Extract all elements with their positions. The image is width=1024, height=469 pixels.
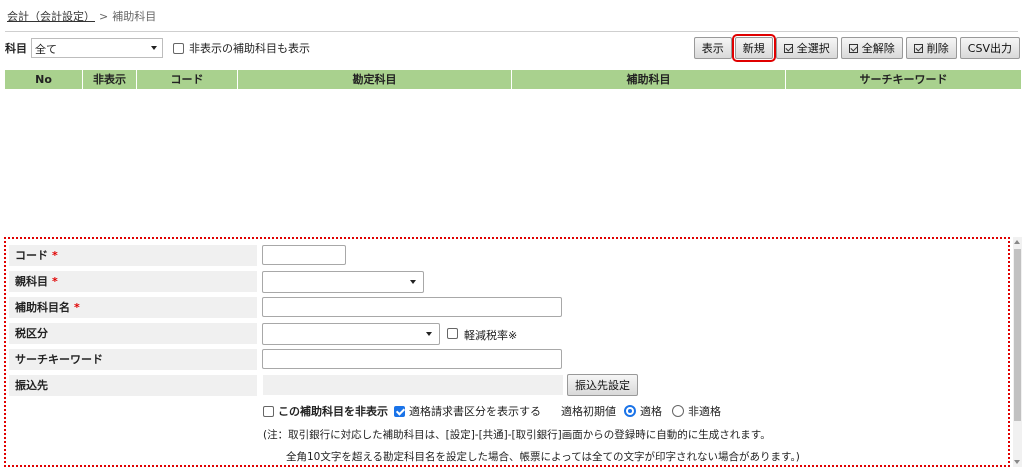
options-row: この補助科目を非表示 適格請求書区分を表示する 適格初期値 適格 非適格 xyxy=(263,403,727,419)
edit-form: コード * 親科目 * 補助科目名 * 税区分 軽減税率※ サーチキーワード 振込先 … xyxy=(4,237,1010,467)
form-row-search: サーチキーワード xyxy=(9,349,1005,372)
sub-account-name-input[interactable] xyxy=(262,297,562,317)
tax-category-select[interactable] xyxy=(262,323,440,345)
qualified-radio[interactable] xyxy=(624,405,636,417)
chevron-down-icon xyxy=(410,280,416,284)
form-row-tax: 税区分 軽減税率※ xyxy=(9,323,1005,346)
account-filter-value: 全て xyxy=(35,43,57,56)
non-qualified-label: 非適格 xyxy=(688,405,721,418)
display-button-label: 表示 xyxy=(701,42,724,55)
column-header-code[interactable]: コード xyxy=(137,70,238,89)
note-line-2: 全角10文字を超える勘定科目名を設定した場合、帳票によっては全ての文字が印字され… xyxy=(286,451,800,463)
column-header-no[interactable]: No xyxy=(5,70,83,89)
filter-bar: 科目 全て 非表示の補助科目も表示 xyxy=(5,38,310,58)
toolbar: 表示 新規 全選択 全解除 削除 CSV出力 xyxy=(693,34,1020,62)
show-hidden-checkbox[interactable] xyxy=(173,42,184,54)
new-button-label: 新規 xyxy=(742,42,765,55)
non-qualified-radio[interactable] xyxy=(672,405,684,417)
breadcrumb-parent-link[interactable]: 会計（会計設定） xyxy=(7,10,95,23)
column-header-hidden[interactable]: 非表示 xyxy=(83,70,137,89)
divider xyxy=(5,31,1018,32)
select-all-label: 全選択 xyxy=(796,42,830,55)
code-label-text: コード xyxy=(15,249,48,262)
invoice-display-label: 適格請求書区分を表示する xyxy=(409,405,541,418)
parent-account-label: 親科目 * xyxy=(9,271,257,292)
parent-account-label-text: 親科目 xyxy=(15,275,48,288)
code-label: コード * xyxy=(9,245,257,266)
code-input[interactable] xyxy=(262,245,346,265)
csv-export-button[interactable]: CSV出力 xyxy=(959,37,1020,59)
reduced-tax-checkbox[interactable] xyxy=(447,328,458,339)
transfer-settings-button[interactable]: 振込先設定 xyxy=(567,374,638,396)
checkbox-icon xyxy=(783,43,793,53)
grid-header: No 非表示 コード 勘定科目 補助科目 サーチキーワード xyxy=(5,70,1021,89)
qualified-label: 適格 xyxy=(640,405,662,418)
scroll-up-icon[interactable] xyxy=(1014,240,1020,244)
breadcrumb: 会計（会計設定） > 補助科目 xyxy=(7,8,156,24)
sub-account-name-label: 補助科目名 * xyxy=(9,297,257,318)
account-filter-select[interactable]: 全て xyxy=(31,38,163,58)
checkbox-icon xyxy=(913,43,923,53)
hide-sub-account-option: この補助科目を非表示 xyxy=(263,403,388,419)
breadcrumb-current: 補助科目 xyxy=(112,10,157,23)
transfer-destination-label: 振込先 xyxy=(9,375,257,396)
account-filter-label: 科目 xyxy=(5,42,27,55)
chevron-down-icon xyxy=(426,332,432,336)
transfer-settings-label: 振込先設定 xyxy=(575,379,630,392)
delete-label: 削除 xyxy=(926,42,949,55)
parent-account-select[interactable] xyxy=(262,271,424,293)
select-all-button[interactable]: 全選択 xyxy=(775,37,838,59)
required-mark: * xyxy=(52,249,58,262)
search-keyword-input[interactable] xyxy=(262,349,562,369)
invoice-display-option: 適格請求書区分を表示する xyxy=(394,403,541,419)
chevron-down-icon xyxy=(151,46,157,50)
scroll-down-icon[interactable] xyxy=(1014,460,1020,464)
required-mark: * xyxy=(52,275,58,288)
invoice-display-checkbox[interactable] xyxy=(394,405,405,417)
hide-sub-account-label: この補助科目を非表示 xyxy=(278,405,388,418)
invoice-default-label: 適格初期値 xyxy=(561,405,616,418)
show-hidden-label: 非表示の補助科目も表示 xyxy=(189,42,310,55)
column-header-account[interactable]: 勘定科目 xyxy=(238,70,512,89)
form-row-name: 補助科目名 * xyxy=(9,297,1005,320)
column-header-search-keyword[interactable]: サーチキーワード xyxy=(786,70,1021,89)
invoice-default-group: 適格初期値 適格 非適格 xyxy=(561,403,721,419)
tax-category-label: 税区分 xyxy=(9,323,257,344)
display-button[interactable]: 表示 xyxy=(693,37,732,59)
deselect-all-label: 全解除 xyxy=(861,42,895,55)
hide-sub-account-checkbox[interactable] xyxy=(263,405,274,417)
form-scrollbar[interactable] xyxy=(1013,237,1022,467)
csv-export-label: CSV出力 xyxy=(967,42,1012,55)
deselect-all-button[interactable]: 全解除 xyxy=(840,37,903,59)
delete-button[interactable]: 削除 xyxy=(905,37,957,59)
reduced-tax-label: 軽減税率※ xyxy=(464,329,518,342)
search-keyword-label: サーチキーワード xyxy=(9,349,257,370)
checkbox-icon xyxy=(848,43,858,53)
sub-account-name-label-text: 補助科目名 xyxy=(15,301,70,314)
form-row-transfer: 振込先 振込先設定 xyxy=(9,374,1005,398)
note-line-1: (注：取引銀行に対応した補助科目は、[設定]-[共通]-[取引銀行]画面からの登… xyxy=(263,429,771,441)
new-button[interactable]: 新規 xyxy=(731,34,776,62)
required-mark: * xyxy=(74,301,80,314)
transfer-destination-value xyxy=(263,375,563,395)
breadcrumb-separator: > xyxy=(99,10,109,23)
form-row-parent: 親科目 * xyxy=(9,271,1005,294)
form-row-code: コード * xyxy=(9,245,1005,268)
column-header-sub-account[interactable]: 補助科目 xyxy=(512,70,786,89)
scrollbar-thumb[interactable] xyxy=(1014,249,1021,421)
